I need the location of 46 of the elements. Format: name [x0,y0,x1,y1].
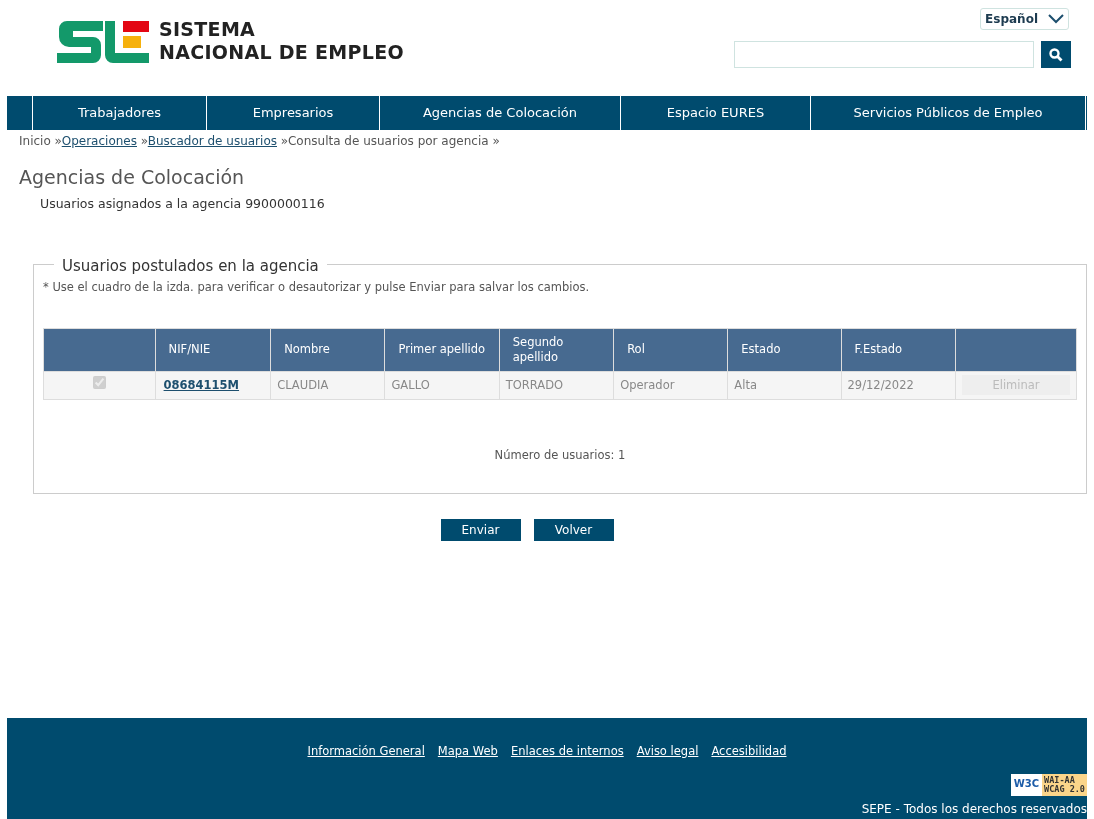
form-button[interactable]: Enviar [440,518,521,541]
table-cell: CLAUDIA [270,371,385,400]
footer-link[interactable]: Enlaces de internos [510,743,624,761]
column-header: Rol [613,328,728,372]
breadcrumb-text: Inicio [19,134,51,148]
breadcrumb-link[interactable]: Operaciones [61,134,137,148]
table-cell: Operador [613,371,728,400]
search-field[interactable] [734,41,1034,68]
table-cell: GALLO [384,371,500,400]
footer-link[interactable]: Accesibilidad [711,743,787,761]
logo-icon [55,18,149,64]
nav-link[interactable]: Servicios Públicos de Empleo [811,96,1086,130]
user-count: Número de usuarios: 1 [493,446,627,464]
nav-link[interactable]: Empresarios [207,96,380,130]
column-header: NIF/NIE [155,328,271,372]
breadcrumb-separator: » [280,134,288,148]
breadcrumb-separator: » [54,134,62,148]
breadcrumb-separator: » [492,134,500,148]
page-subtitle: Usuarios asignados a la agencia 9900000116 [40,194,326,213]
footer-link[interactable]: Aviso legal [636,743,699,761]
nav-link[interactable]: Trabajadores [33,96,207,130]
breadcrumb-text: Consulta de usuarios por agencia [287,134,489,148]
column-header: Estado [727,328,842,372]
column-header: F.Estado [841,328,956,372]
search-button[interactable] [1041,41,1071,68]
page-title: Agencias de Colocación [19,166,246,189]
nav-link[interactable]: Agencias de Colocación [380,96,621,130]
table-cell: Alta [727,371,842,400]
logo-text: NACIONAL DE EMPLEO [159,41,404,64]
table-cell: 29/12/2022 [841,371,956,400]
instruction-text: * Use el cuadro de la izda. para verificar o desautorizar y pulse Enviar para salvar los cambios. [43,278,591,296]
column-header: Segundo apellido [499,328,614,372]
form-button[interactable]: Volver [533,518,614,541]
column-header: Nombre [270,328,385,372]
copyright-text: SEPE - Todos los derechos reservados [861,801,1087,819]
language-select[interactable]: Español [980,8,1069,30]
table-cell: TORRADO [499,371,614,400]
logo-text: SISTEMA [159,18,257,41]
chevron-icon [1048,14,1064,24]
breadcrumb-separator: » [140,134,148,148]
footer-link[interactable]: Mapa Web [437,743,498,761]
footer-link[interactable]: Información General [307,743,425,761]
column-header: Primer apellido [384,328,500,372]
breadcrumb-link[interactable]: Buscador de usuarios [147,134,277,148]
nav-link[interactable]: Espacio EURES [621,96,811,130]
search-icon [1049,47,1063,62]
